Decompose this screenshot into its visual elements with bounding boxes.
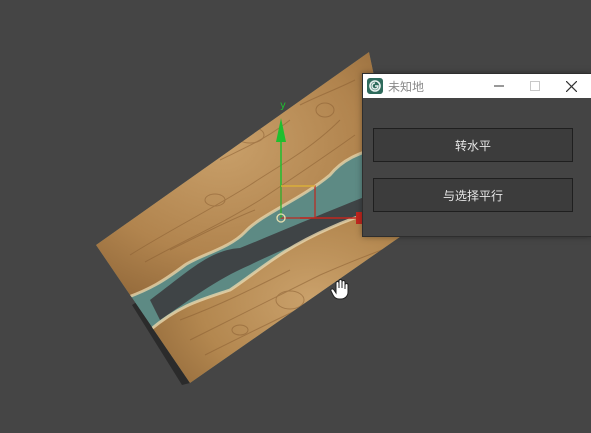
maximize-button[interactable] [515, 74, 555, 98]
gizmo-y-label: y [280, 100, 286, 111]
parallel-to-selection-button[interactable]: 与选择平行 [373, 178, 573, 212]
minimize-icon [494, 85, 504, 87]
dialog-window: 未知地 转水平 与选择平行 [362, 73, 591, 237]
app-logo-icon [367, 78, 383, 94]
dialog-title: 未知地 [388, 79, 425, 94]
close-button[interactable] [551, 74, 591, 98]
make-horizontal-button[interactable]: 转水平 [373, 128, 573, 162]
close-icon [565, 80, 577, 92]
dialog-titlebar[interactable]: 未知地 [363, 74, 591, 98]
minimize-button[interactable] [479, 74, 519, 98]
maximize-icon [530, 81, 540, 91]
